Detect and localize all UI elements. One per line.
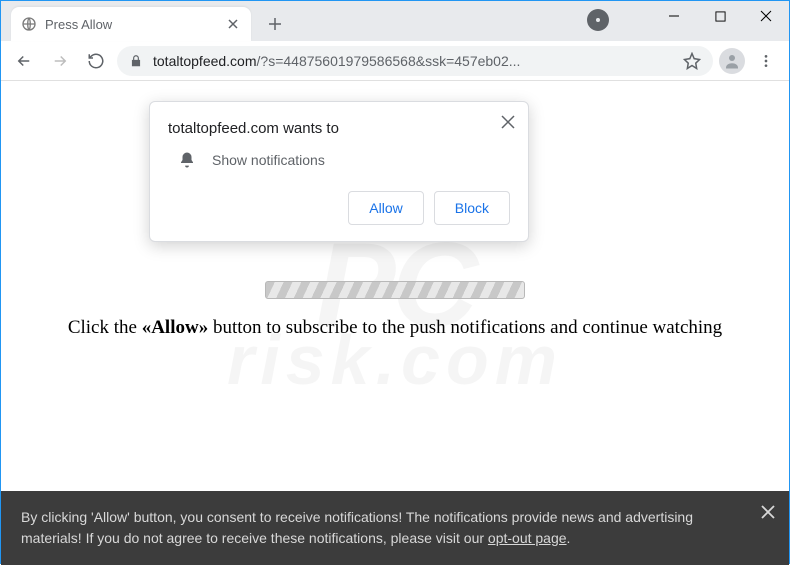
permission-row: Show notifications bbox=[168, 151, 510, 169]
loading-bar bbox=[265, 281, 525, 299]
toolbar: totaltopfeed.com/?s=44875601979586568&ss… bbox=[1, 41, 789, 81]
bookmark-star-icon[interactable] bbox=[683, 52, 701, 70]
permission-popup: totaltopfeed.com wants to Show notificat… bbox=[149, 101, 529, 242]
globe-icon bbox=[21, 16, 37, 32]
watermark: PC risk.com bbox=[1, 231, 789, 392]
tab-title: Press Allow bbox=[45, 17, 217, 32]
permission-option-label: Show notifications bbox=[212, 152, 325, 168]
window-controls bbox=[651, 1, 789, 31]
permission-actions: Allow Block bbox=[168, 191, 510, 225]
page-content: PC risk.com totaltopfeed.com wants to Sh… bbox=[1, 81, 789, 565]
browser-tab[interactable]: Press Allow bbox=[11, 7, 251, 41]
consent-text-end: . bbox=[567, 530, 571, 546]
instruction-text: Click the «Allow» button to subscribe to… bbox=[1, 317, 789, 339]
reload-button[interactable] bbox=[81, 46, 111, 76]
profile-avatar[interactable] bbox=[719, 48, 745, 74]
minimize-button[interactable] bbox=[651, 1, 697, 31]
opt-out-link[interactable]: opt-out page bbox=[488, 530, 567, 546]
consent-banner: By clicking 'Allow' button, you consent … bbox=[1, 491, 789, 565]
titlebar: Press Allow bbox=[1, 1, 789, 41]
consent-text: By clicking 'Allow' button, you consent … bbox=[21, 509, 693, 546]
lock-icon bbox=[129, 54, 143, 68]
url-text: totaltopfeed.com/?s=44875601979586568&ss… bbox=[153, 53, 520, 69]
url-domain: totaltopfeed.com bbox=[153, 53, 257, 69]
permission-title: totaltopfeed.com wants to bbox=[168, 120, 510, 137]
address-bar[interactable]: totaltopfeed.com/?s=44875601979586568&ss… bbox=[117, 46, 713, 76]
block-button[interactable]: Block bbox=[434, 191, 510, 225]
incognito-icon bbox=[587, 9, 609, 31]
maximize-button[interactable] bbox=[697, 1, 743, 31]
new-tab-button[interactable] bbox=[261, 10, 289, 38]
back-button[interactable] bbox=[9, 46, 39, 76]
allow-button[interactable]: Allow bbox=[348, 191, 423, 225]
instruction-post: button to subscribe to the push notifica… bbox=[208, 317, 722, 338]
url-path: /?s=44875601979586568&ssk=457eb02... bbox=[257, 53, 521, 69]
close-window-button[interactable] bbox=[743, 1, 789, 31]
forward-button[interactable] bbox=[45, 46, 75, 76]
instruction-allow: «Allow» bbox=[142, 317, 209, 338]
tab-close-icon[interactable] bbox=[225, 16, 241, 32]
menu-button[interactable] bbox=[751, 46, 781, 76]
instruction-pre: Click the bbox=[68, 317, 142, 338]
bell-icon bbox=[178, 151, 196, 169]
consent-close-icon[interactable] bbox=[761, 505, 775, 519]
permission-close-icon[interactable] bbox=[498, 112, 518, 132]
